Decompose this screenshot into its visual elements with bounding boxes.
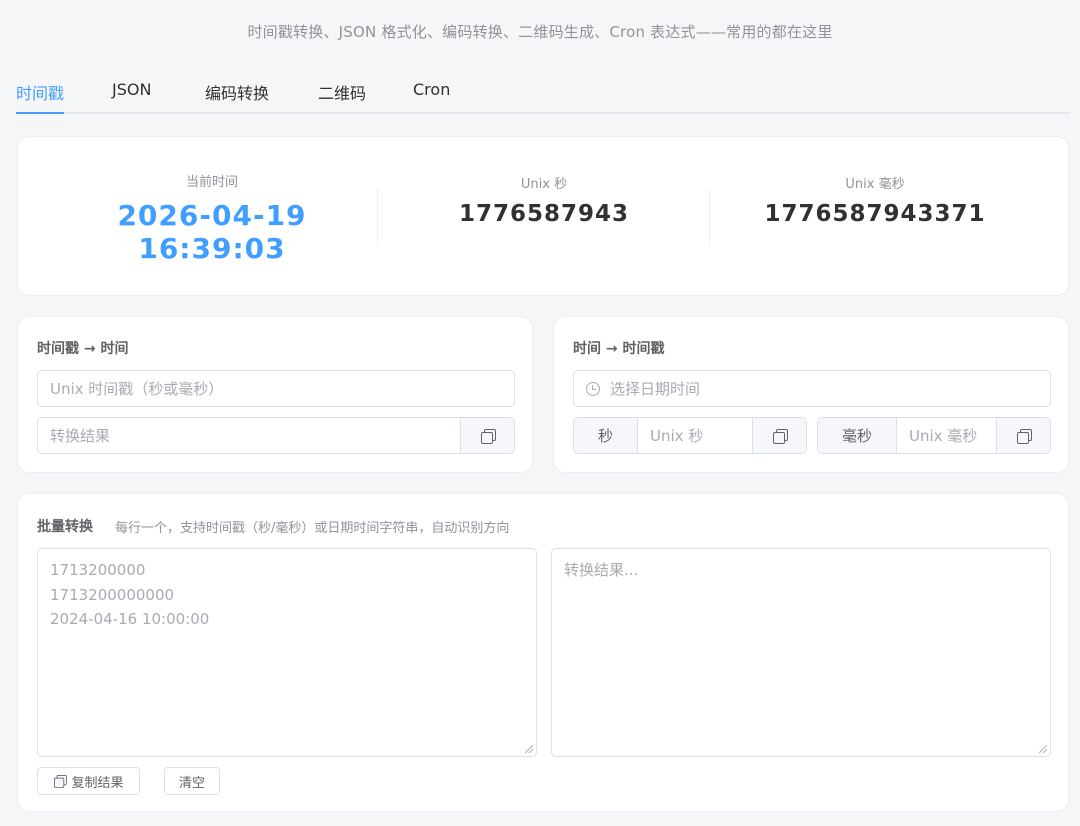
seconds-output-group: 秒 Unix 秒 <box>573 417 807 454</box>
tab-timestamp[interactable]: 时间戳 <box>16 80 65 114</box>
page-subtitle: 时间戳转换、JSON 格式化、编码转换、二维码生成、Cron 表达式——常用的都… <box>247 23 833 41</box>
copy-seconds-button[interactable] <box>752 418 806 453</box>
copy-ms-button[interactable] <box>996 418 1050 453</box>
ts-result-field[interactable]: 转换结果 <box>38 418 460 453</box>
divider <box>709 189 710 245</box>
unix-ms-label: Unix 毫秒 <box>845 177 905 192</box>
ts-to-time-title: 时间戳 → 时间 <box>37 341 129 357</box>
batch-input-textarea[interactable]: 1713200000 1713200000000 2024-04-16 10:0… <box>37 548 537 757</box>
batch-output-placeholder: 转换结果... <box>564 561 639 579</box>
divider <box>377 189 378 245</box>
batch-output-textarea[interactable]: 转换结果... <box>551 548 1051 757</box>
unix-seconds-value: 1776587943 <box>458 201 630 227</box>
batch-input-line: 1713200000 <box>50 561 146 579</box>
tab-cron[interactable]: Cron <box>413 80 450 114</box>
batch-input-line: 1713200000000 <box>50 585 175 604</box>
batch-hint: 每行一个，支持时间戳（秒/毫秒）或日期时间字符串，自动识别方向 <box>115 521 510 536</box>
copy-icon <box>1016 428 1032 444</box>
tab-bar: 时间戳 JSON 编码转换 二维码 Cron <box>16 72 1070 114</box>
batch-title: 批量转换 <box>37 519 93 535</box>
copy-icon <box>772 428 788 444</box>
clear-button[interactable]: 清空 <box>164 767 220 795</box>
time-to-ts-card: 时间 → 时间戳 选择日期时间 秒 Unix 秒 毫秒 Unix 毫秒 <box>553 316 1069 473</box>
ts-to-time-card: 时间戳 → 时间 Unix 时间戳（秒或毫秒） 转换结果 <box>17 316 533 473</box>
tab-encoding[interactable]: 编码转换 <box>205 80 269 114</box>
unix-ms-value: 1776587943371 <box>764 201 986 227</box>
copy-result-button[interactable] <box>460 418 514 453</box>
datetime-placeholder: 选择日期时间 <box>610 380 701 398</box>
copy-results-label: 复制结果 <box>71 775 124 791</box>
tab-json[interactable]: JSON <box>112 80 151 114</box>
copy-icon <box>480 428 496 444</box>
ms-output-field[interactable]: Unix 毫秒 <box>897 418 996 453</box>
tab-qrcode[interactable]: 二维码 <box>318 80 366 114</box>
copy-icon <box>54 775 68 788</box>
current-time-card: 当前时间 2026-04-19 16:39:03 Unix 秒 17765879… <box>17 136 1069 296</box>
current-time-label: 当前时间 <box>185 175 238 190</box>
resize-handle[interactable] <box>525 745 533 753</box>
ms-addon: 毫秒 <box>818 418 897 453</box>
datetime-picker[interactable]: 选择日期时间 <box>573 370 1051 407</box>
ms-output-group: 毫秒 Unix 毫秒 <box>817 417 1051 454</box>
seconds-output-field[interactable]: Unix 秒 <box>638 418 752 453</box>
unix-seconds-label: Unix 秒 <box>520 177 568 192</box>
current-time-value: 2026-04-19 16:39:03 <box>117 199 307 265</box>
batch-input-line: 2024-04-16 10:00:00 <box>50 610 210 628</box>
batch-card: 批量转换 每行一个，支持时间戳（秒/毫秒）或日期时间字符串，自动识别方向 171… <box>17 493 1069 812</box>
time-to-ts-title: 时间 → 时间戳 <box>573 341 665 357</box>
seconds-addon: 秒 <box>574 418 638 453</box>
resize-handle[interactable] <box>1039 745 1047 753</box>
copy-results-button[interactable]: 复制结果 <box>37 767 140 795</box>
ts-result-group: 转换结果 <box>37 417 515 454</box>
clock-icon <box>586 381 600 396</box>
timestamp-input[interactable]: Unix 时间戳（秒或毫秒） <box>37 370 515 407</box>
